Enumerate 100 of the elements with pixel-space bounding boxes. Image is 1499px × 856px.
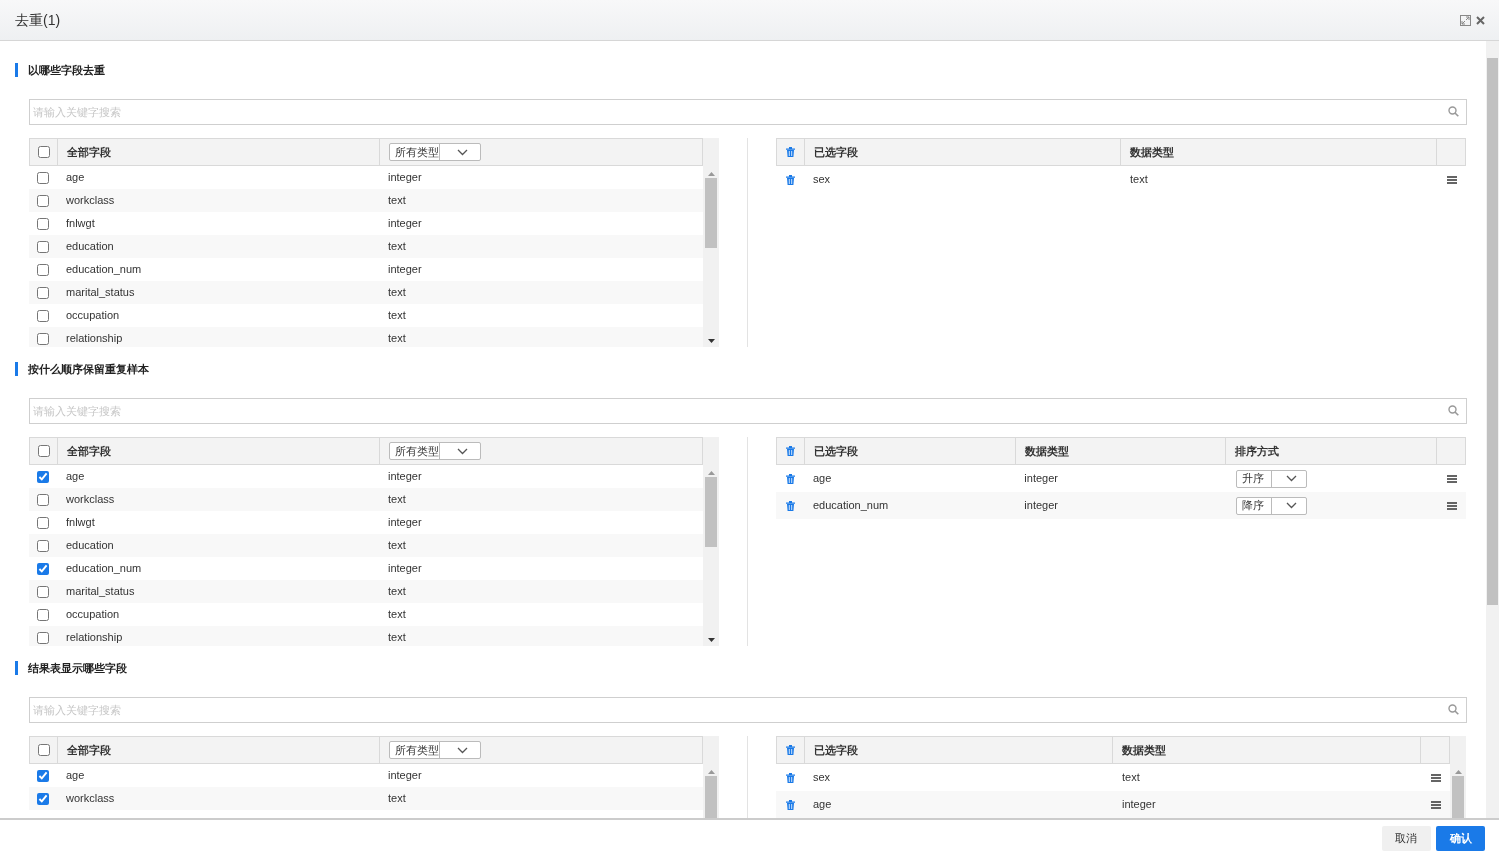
field-name: relationship xyxy=(66,331,123,347)
checkbox[interactable] xyxy=(37,792,49,805)
field-type: integer xyxy=(388,469,422,485)
checkbox[interactable] xyxy=(37,493,49,506)
field-name: occupation xyxy=(66,308,120,324)
checkbox[interactable] xyxy=(37,146,50,158)
field-name: workclass xyxy=(66,492,115,508)
field-type: text xyxy=(388,538,406,554)
checkbox[interactable] xyxy=(37,539,49,552)
confirm-button[interactable]: 确认 xyxy=(1436,825,1485,851)
field-type: text xyxy=(1130,172,1148,188)
trash-icon[interactable] xyxy=(785,799,795,810)
checkbox[interactable] xyxy=(37,608,49,621)
drag-handle-icon[interactable] xyxy=(1447,474,1457,483)
sort-order-dropdown[interactable]: 降序 xyxy=(1235,496,1307,515)
field-name: age xyxy=(66,768,85,784)
checkbox[interactable] xyxy=(37,585,49,598)
trash-icon[interactable] xyxy=(785,473,795,484)
column-header: 已选字段 xyxy=(814,742,858,758)
scrollbar[interactable] xyxy=(1486,41,1499,818)
scroll-down-icon[interactable] xyxy=(707,339,715,343)
checkbox[interactable] xyxy=(37,217,49,230)
field-name: fnlwgt xyxy=(66,515,95,531)
field-name: fnlwgt xyxy=(66,216,95,232)
trash-icon[interactable] xyxy=(786,147,795,157)
chevron-down-icon xyxy=(457,746,468,754)
checkbox[interactable] xyxy=(37,769,49,782)
field-type: integer xyxy=(1122,797,1156,813)
field-name: education_num xyxy=(66,262,142,278)
scroll-up-icon[interactable] xyxy=(1454,770,1462,774)
field-name: education xyxy=(66,538,114,554)
field-name: age xyxy=(66,469,85,485)
field-type: integer xyxy=(388,768,422,784)
search-icon[interactable] xyxy=(1448,106,1459,117)
scroll-up-icon[interactable] xyxy=(707,471,715,475)
type-filter-dropdown[interactable]: 所有类型 xyxy=(389,741,481,759)
field-type: text xyxy=(388,331,406,347)
trash-icon[interactable] xyxy=(785,772,795,783)
field-name: workclass xyxy=(66,791,115,807)
checkbox[interactable] xyxy=(37,263,49,276)
trash-icon[interactable] xyxy=(786,745,795,755)
search-icon[interactable] xyxy=(1448,405,1459,416)
search-icon[interactable] xyxy=(1448,704,1459,715)
chevron-down-icon xyxy=(1285,475,1297,482)
checkbox[interactable] xyxy=(37,631,49,644)
field-name: age xyxy=(813,797,832,813)
scrollbar[interactable] xyxy=(703,437,719,646)
restore-icon[interactable] xyxy=(1459,14,1471,26)
field-type: integer xyxy=(1024,471,1058,487)
field-type: integer xyxy=(388,561,422,577)
field-name: education_num xyxy=(813,498,889,514)
checkbox[interactable] xyxy=(37,516,49,529)
column-header: 已选字段 xyxy=(814,144,858,160)
checkbox[interactable] xyxy=(37,171,49,184)
column-header: 全部字段 xyxy=(67,742,111,758)
field-name: education_num xyxy=(66,561,142,577)
scroll-up-icon[interactable] xyxy=(707,770,715,774)
drag-handle-icon[interactable] xyxy=(1431,773,1441,782)
drag-handle-icon[interactable] xyxy=(1447,175,1457,184)
column-header: 排序方式 xyxy=(1235,443,1280,459)
drag-handle-icon[interactable] xyxy=(1431,800,1441,809)
cancel-button[interactable]: 取消 xyxy=(1381,825,1431,851)
field-type: integer xyxy=(1024,498,1058,514)
column-header: 数据类型 xyxy=(1130,144,1174,160)
checkbox[interactable] xyxy=(37,445,50,457)
checkbox[interactable] xyxy=(37,470,49,483)
chevron-down-icon xyxy=(457,447,468,455)
trash-icon[interactable] xyxy=(786,446,795,456)
checkbox[interactable] xyxy=(37,240,49,253)
field-type: text xyxy=(388,492,406,508)
checkbox[interactable] xyxy=(37,194,49,207)
checkbox[interactable] xyxy=(37,562,49,575)
checkbox[interactable] xyxy=(37,744,50,756)
field-type: integer xyxy=(388,262,422,278)
chevron-down-icon xyxy=(1285,502,1297,509)
field-type: text xyxy=(1122,770,1140,786)
field-name: marital_status xyxy=(66,285,135,301)
trash-icon[interactable] xyxy=(785,174,795,185)
scroll-down-icon[interactable] xyxy=(707,638,715,642)
checkbox[interactable] xyxy=(37,332,49,345)
field-type: text xyxy=(388,630,406,646)
close-icon[interactable] xyxy=(1476,15,1485,25)
field-name: age xyxy=(66,170,85,186)
dialog-title: 去重(1) xyxy=(15,10,61,30)
type-filter-dropdown[interactable]: 所有类型 xyxy=(389,143,481,161)
scroll-up-icon[interactable] xyxy=(707,172,715,176)
column-header: 数据类型 xyxy=(1024,443,1069,459)
checkbox[interactable] xyxy=(37,286,49,299)
type-filter-dropdown[interactable]: 所有类型 xyxy=(389,442,481,460)
checkbox[interactable] xyxy=(37,309,49,322)
column-header: 数据类型 xyxy=(1122,742,1166,758)
drag-handle-icon[interactable] xyxy=(1447,501,1457,510)
field-type: text xyxy=(388,308,406,324)
sort-order-dropdown[interactable]: 升序 xyxy=(1235,469,1307,488)
field-name: sex xyxy=(813,770,831,786)
field-type: text xyxy=(388,239,406,255)
field-type: text xyxy=(388,193,406,209)
field-name: age xyxy=(813,471,832,487)
trash-icon[interactable] xyxy=(785,500,795,511)
scrollbar[interactable] xyxy=(703,138,719,347)
